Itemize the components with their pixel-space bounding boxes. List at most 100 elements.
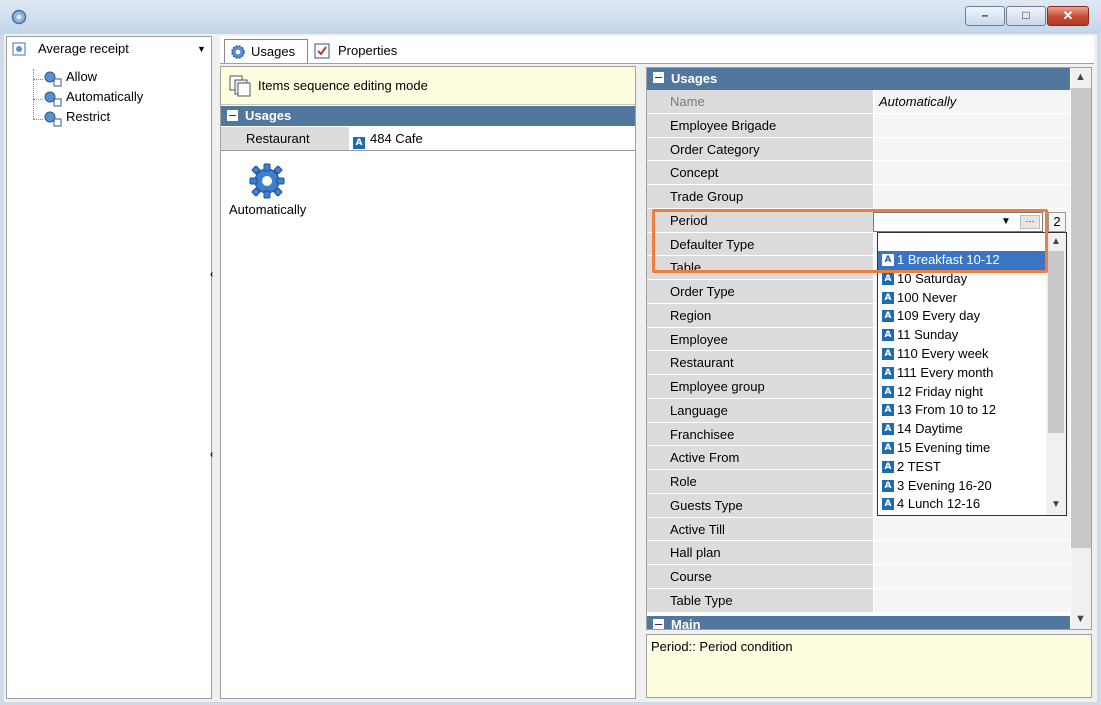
usage-tree-pane: Average receipt ▼ Allow Automatically Re… xyxy=(6,36,212,699)
period-option[interactable]: A 12 Friday night xyxy=(878,383,1046,402)
period-option[interactable]: A2 TEST xyxy=(878,458,1046,477)
attribute-icon: A xyxy=(882,423,894,436)
section-title: Usages xyxy=(671,71,718,86)
receipt-type-select[interactable]: Average receipt ▼ xyxy=(7,37,211,61)
tab-properties[interactable]: Properties xyxy=(312,39,412,63)
attribute-icon: A xyxy=(882,479,894,492)
section-title: Main xyxy=(671,617,701,630)
period-option-label: 11 Sunday xyxy=(897,327,959,343)
tree-item-label: Automatically xyxy=(66,89,144,104)
row-key: Guests Type xyxy=(670,497,743,513)
row-key: Hall plan xyxy=(670,545,721,561)
maximize-icon: □ xyxy=(1022,8,1030,22)
row-key: Course xyxy=(670,569,712,584)
attribute-icon: A xyxy=(882,385,894,398)
tab-label: Usages xyxy=(251,44,296,59)
tree-connector xyxy=(33,99,43,100)
collapse-left-icon[interactable]: ‹ xyxy=(210,269,213,280)
usages-section-header[interactable]: Usages xyxy=(221,106,635,126)
main-section-header[interactable]: Main xyxy=(647,616,1070,630)
node-icon xyxy=(12,42,26,56)
period-option[interactable]: A4 Lunch 12-16 xyxy=(878,495,1046,514)
attribute-icon: A xyxy=(882,460,894,473)
maximize-button[interactable]: □ xyxy=(1006,6,1046,26)
collapse-icon[interactable] xyxy=(653,619,664,629)
close-button[interactable]: ✕ xyxy=(1047,6,1089,26)
period-option[interactable]: A 109 Every day xyxy=(878,307,1046,326)
period-option[interactable]: A 13 From 10 to 12 xyxy=(878,401,1046,420)
grid-row-active-till[interactable]: Active Till xyxy=(647,517,1070,542)
period-option-label: 110 Every week xyxy=(897,345,989,361)
period-option-label: 111 Every month xyxy=(897,364,994,380)
grid-section-header[interactable]: Usages xyxy=(647,68,1070,90)
minimize-button[interactable]: – xyxy=(965,6,1005,26)
period-option[interactable]: A 11 Sunday xyxy=(878,326,1046,345)
usage-item-automatically[interactable]: Automatically xyxy=(227,163,307,219)
grid-row-name[interactable]: Name Automatically xyxy=(647,90,1070,114)
collapse-icon[interactable] xyxy=(227,110,238,121)
grid-row-employee-brigade[interactable]: Employee Brigade xyxy=(647,113,1070,138)
row-key: Employee group xyxy=(670,379,765,394)
usage-row-restaurant[interactable]: Restaurant A 484 Cafe xyxy=(221,127,635,151)
period-option[interactable]: A 14 Daytime xyxy=(878,420,1046,439)
receipt-type-value: Average receipt xyxy=(38,41,129,56)
row-value-cell: A 484 Cafe xyxy=(353,131,423,149)
pane-splitter[interactable]: ‹ ‹ xyxy=(208,265,219,465)
period-option[interactable]: A 110 Every week xyxy=(878,345,1046,364)
attribute-icon: A xyxy=(353,137,365,149)
sequence-mode-bar[interactable]: Items sequence editing mode xyxy=(221,67,635,105)
scroll-up-icon[interactable]: ▲ xyxy=(1075,71,1086,83)
period-option-label: 2 TEST xyxy=(897,458,941,474)
tab-label: Properties xyxy=(338,43,398,58)
attribute-icon: A xyxy=(882,404,894,417)
grid-row-trade-group[interactable]: Trade Group xyxy=(647,185,1070,209)
scroll-down-icon[interactable]: ▼ xyxy=(1075,613,1086,625)
tree-connector xyxy=(33,79,43,80)
properties-icon xyxy=(314,43,330,59)
row-key: Order Type xyxy=(670,284,735,299)
grid-row-table-type[interactable]: Table Type xyxy=(647,588,1070,613)
grid-scrollbar[interactable]: ▲ ▼ xyxy=(1071,68,1091,629)
grid-row-hall-plan[interactable]: Hall plan xyxy=(647,541,1070,565)
dropdown-scrollbar[interactable]: ▲ ▼ xyxy=(1046,233,1066,515)
gear-icon xyxy=(231,45,245,59)
attribute-icon: A xyxy=(882,347,894,360)
period-option-label: 10 Saturday xyxy=(897,270,968,286)
usages-list-pane: Items sequence editing mode Usages Resta… xyxy=(220,66,636,699)
row-key: Employee Brigade xyxy=(670,117,777,133)
attribute-icon: A xyxy=(882,441,894,454)
row-key: Trade Group xyxy=(670,189,744,204)
tab-usages[interactable]: Usages xyxy=(224,39,308,63)
title-bar: – □ ✕ xyxy=(0,0,1101,34)
scrollbar-thumb[interactable] xyxy=(1048,251,1064,433)
period-option[interactable]: A3 Evening 16-20 xyxy=(878,477,1046,496)
period-option[interactable]: A 15 Evening time xyxy=(878,439,1046,458)
row-key: Concept xyxy=(670,165,719,181)
grid-row-concept[interactable]: Concept xyxy=(647,161,1070,185)
attribute-icon: A xyxy=(882,310,894,323)
row-key: Name xyxy=(670,94,705,109)
collapse-icon[interactable] xyxy=(653,72,664,83)
tree-connector xyxy=(33,119,43,120)
row-key: Region xyxy=(670,307,712,323)
period-option-label: 3 Evening 16-20 xyxy=(897,477,992,493)
period-dropdown[interactable]: A1 Breakfast 10-12 A 10 Saturday A 100 Never… xyxy=(877,232,1067,516)
sequence-mode-label: Items sequence editing mode xyxy=(258,78,428,93)
chevron-down-icon[interactable]: ▼ xyxy=(197,44,206,54)
collapse-left-icon[interactable]: ‹ xyxy=(210,449,213,460)
attribute-icon: A xyxy=(882,291,894,304)
period-option-label: 13 From 10 to 12 xyxy=(897,402,996,418)
scroll-down-icon[interactable]: ▼ xyxy=(1051,499,1061,510)
period-option-label: 4 Lunch 12-16 xyxy=(897,496,981,512)
row-key: Restaurant xyxy=(246,131,310,146)
row-value: 484 Cafe xyxy=(370,131,423,146)
grid-row-course[interactable]: Course xyxy=(647,565,1070,589)
period-option[interactable]: A 100 Never xyxy=(878,289,1046,308)
period-option-label: 109 Every day xyxy=(897,308,981,324)
scrollbar-thumb[interactable] xyxy=(1071,88,1091,548)
row-key: Employee xyxy=(670,331,728,347)
period-option[interactable]: A 111 Every month xyxy=(878,364,1046,383)
grid-row-order-category[interactable]: Order Category xyxy=(647,137,1070,162)
scroll-up-icon[interactable]: ▲ xyxy=(1051,236,1061,247)
description-text: Period:: Period condition xyxy=(651,639,793,654)
